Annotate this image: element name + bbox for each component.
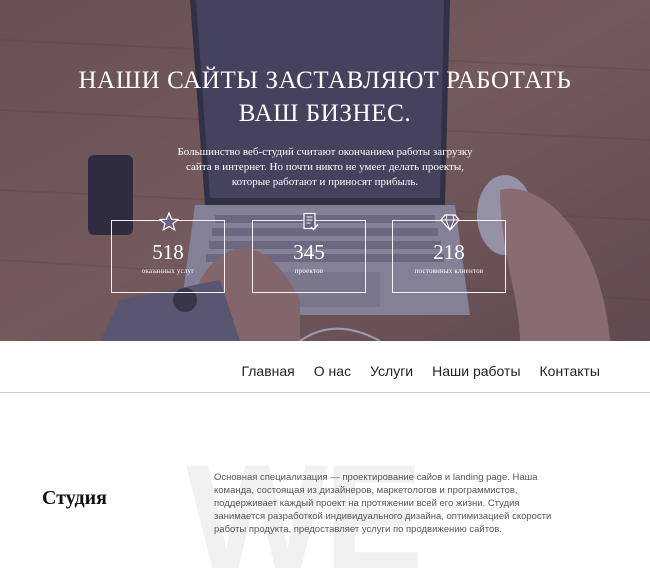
stat-number: 218	[433, 240, 465, 264]
hero-title-line: ВАШ БИЗНЕС.	[238, 100, 412, 127]
about-description-line: занимается разработкой индивидуального д…	[214, 511, 552, 522]
stat-label: постоянных клиентов	[414, 267, 484, 275]
about-description: Основная специализация — проектирование …	[214, 471, 574, 536]
about-section: WE Студия Основная специализация — проек…	[0, 394, 650, 568]
hero-section: НАШИ САЙТЫ ЗАСТАВЛЯЮТ РАБОТАТЬ ВАШ БИЗНЕ…	[0, 0, 650, 341]
stat-number: 518	[152, 240, 184, 264]
document-check-icon	[303, 212, 319, 231]
nav-menu: Главная О нас Услуги Наши работы Контакт…	[241, 362, 600, 380]
main-navigation: Главная О нас Услуги Наши работы Контакт…	[0, 341, 650, 393]
star-icon	[159, 212, 179, 232]
hero-title-line: НАШИ САЙТЫ ЗАСТАВЛЯЮТ РАБОТАТЬ	[78, 67, 572, 94]
about-description-line: работы продукта, предоставляет услуги по…	[214, 524, 502, 535]
stat-box-projects: 345 проектов	[252, 212, 366, 293]
stat-box-clients: 218 постоянных клиентов	[392, 214, 506, 293]
nav-item-home[interactable]: Главная	[241, 362, 294, 380]
about-description-line: Основная специализация — проектирование …	[214, 472, 538, 483]
diamond-icon	[440, 214, 460, 232]
hero-title: НАШИ САЙТЫ ЗАСТАВЛЯЮТ РАБОТАТЬ ВАШ БИЗНЕ…	[0, 64, 650, 130]
stat-label: проектов	[294, 267, 324, 275]
nav-item-contacts[interactable]: Контакты	[540, 362, 600, 380]
about-title: Студия	[42, 487, 107, 509]
stat-label: оказанных услуг	[141, 267, 195, 275]
nav-item-portfolio[interactable]: Наши работы	[432, 362, 520, 380]
hero-description-line: которые работают и приносят прибыль.	[231, 176, 419, 188]
stat-box-services: 518 оказанных услуг	[111, 212, 225, 293]
about-description-line: команда, состоящая из дизайнеров, маркет…	[214, 485, 518, 496]
nav-item-services[interactable]: Услуги	[370, 362, 413, 380]
about-description-line: поддерживает каждый проект на протяжении…	[214, 498, 520, 509]
stat-number: 345	[293, 240, 325, 264]
nav-item-about[interactable]: О нас	[314, 362, 351, 380]
hero-description-line: Большинство веб-студий считают окончание…	[177, 146, 473, 158]
hero-description: Большинство веб-студий считают окончание…	[150, 145, 500, 190]
hero-description-line: сайта в интернет. Но почти никто не умее…	[185, 161, 465, 173]
